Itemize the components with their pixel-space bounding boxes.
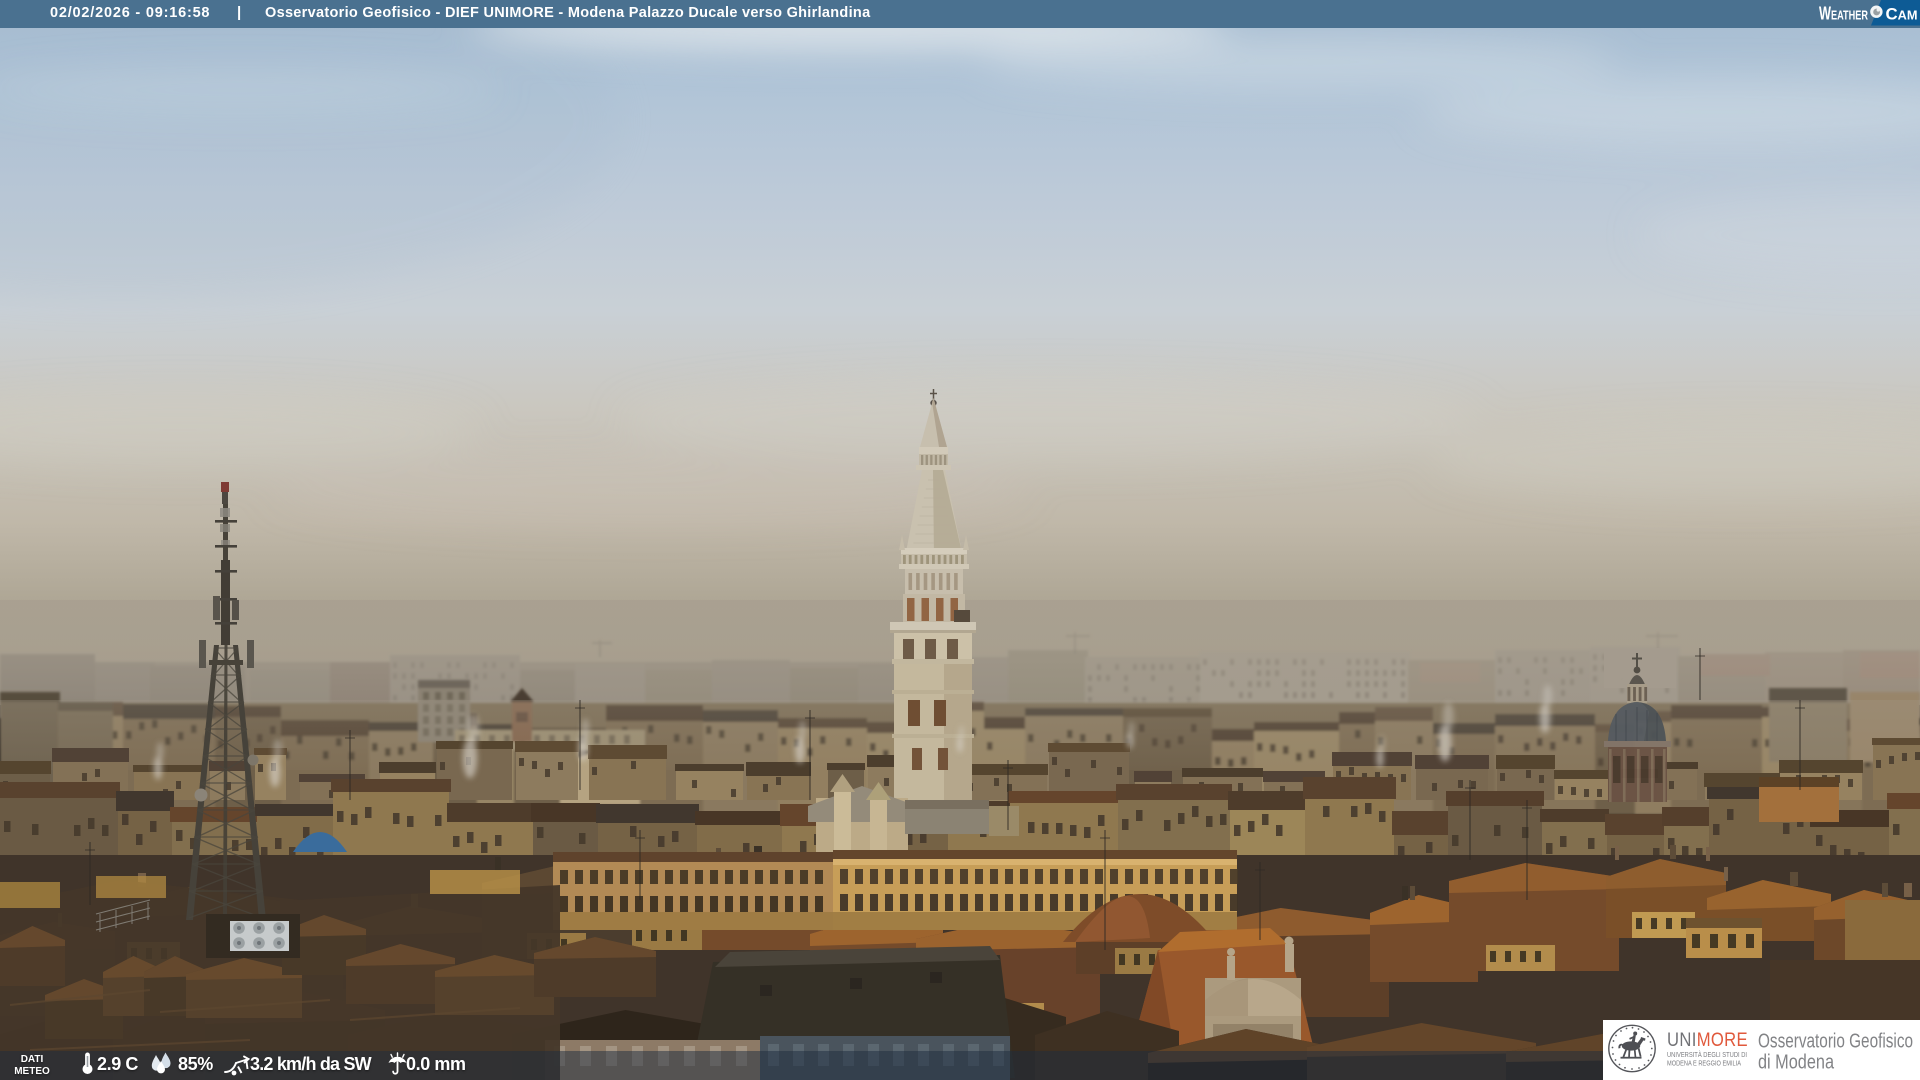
svg-text:CAM: CAM xyxy=(1886,6,1918,24)
svg-text:MODENA E REGGIO EMILIA: MODENA E REGGIO EMILIA xyxy=(1667,1059,1742,1068)
svg-text:di Modena: di Modena xyxy=(1758,1052,1835,1074)
svg-text:UNIMORE: UNIMORE xyxy=(1667,1030,1748,1051)
svg-text:Osservatorio Geofisico: Osservatorio Geofisico xyxy=(1758,1031,1913,1053)
svg-text:WEATHER: WEATHER xyxy=(1819,4,1868,24)
